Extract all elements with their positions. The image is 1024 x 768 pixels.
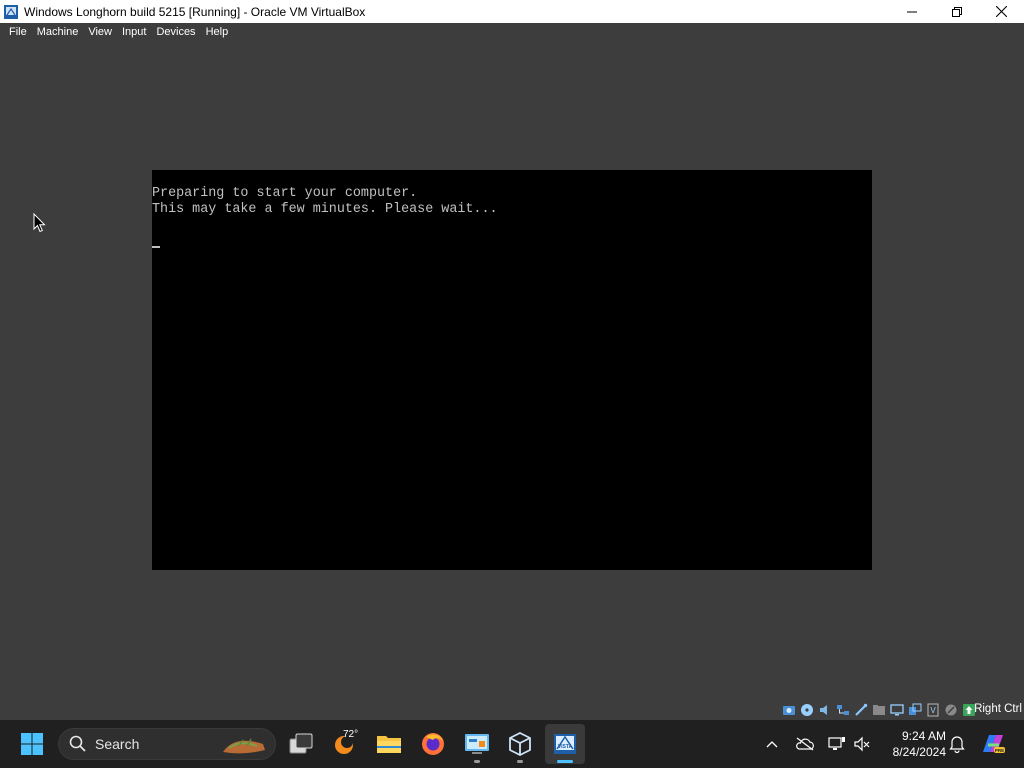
display-icon[interactable]	[889, 702, 904, 717]
hard-disk-icon[interactable]	[781, 702, 796, 717]
optical-drive-icon[interactable]	[799, 702, 814, 717]
network-tray-button[interactable]	[825, 720, 849, 768]
menu-input[interactable]: Input	[117, 23, 151, 42]
file-explorer-button[interactable]	[369, 724, 409, 764]
onedrive-status-button[interactable]	[793, 720, 817, 768]
search-label: Search	[95, 736, 140, 752]
close-icon	[996, 6, 1007, 17]
svg-text:V: V	[930, 706, 936, 715]
vm-screen[interactable]: Preparing to start your computer. This m…	[152, 170, 872, 570]
bell-icon	[949, 736, 965, 753]
firefox-button[interactable]	[413, 724, 453, 764]
search-highlight-image	[223, 738, 265, 754]
menu-file[interactable]: File	[4, 23, 32, 42]
search-icon	[69, 735, 86, 752]
cpu-icon[interactable]: V	[925, 702, 940, 717]
restore-icon	[951, 6, 962, 17]
network-icon[interactable]	[835, 702, 850, 717]
control-panel-icon	[465, 734, 489, 754]
recording-icon[interactable]	[907, 702, 922, 717]
menu-machine[interactable]: Machine	[32, 23, 84, 42]
mouse-integration-icon[interactable]	[943, 702, 958, 717]
minimize-icon	[906, 11, 917, 12]
vista-vm-icon: VISTA	[554, 734, 576, 754]
notifications-button[interactable]	[945, 720, 969, 768]
menu-devices[interactable]: Devices	[151, 23, 200, 42]
running-indicator	[517, 760, 523, 763]
folder-icon	[377, 736, 401, 753]
svg-text:PRE: PRE	[995, 748, 1004, 753]
vm-window-button[interactable]: VISTA	[545, 724, 585, 764]
virtualbox-cube-icon	[509, 731, 531, 757]
virtualbox-app-icon	[4, 4, 18, 19]
audio-icon[interactable]	[817, 702, 832, 717]
close-button[interactable]	[979, 0, 1024, 23]
chevron-up-icon	[766, 741, 778, 748]
copilot-icon: PRE	[983, 735, 1005, 753]
console-line-2: This may take a few minutes. Please wait…	[152, 202, 498, 217]
start-button[interactable]	[12, 724, 52, 764]
minimize-button[interactable]	[889, 0, 934, 23]
control-panel-button[interactable]	[457, 724, 497, 764]
shared-folders-icon[interactable]	[871, 702, 886, 717]
console-line-1: Preparing to start your computer.	[152, 186, 418, 201]
taskbar-search-box[interactable]: Search	[58, 728, 276, 760]
svg-text:VISTA: VISTA	[558, 744, 573, 750]
maximize-button[interactable]	[934, 0, 979, 23]
task-view-button[interactable]	[281, 724, 321, 764]
active-indicator	[557, 760, 573, 763]
weather-temperature: 72°	[343, 729, 359, 740]
volume-tray-button[interactable]	[850, 720, 874, 768]
volume-muted-icon	[854, 736, 870, 752]
text-cursor	[152, 246, 160, 248]
windows-logo-icon	[21, 733, 43, 755]
show-hidden-icons-button[interactable]	[760, 720, 784, 768]
clock-date: 8/24/2024	[892, 745, 946, 759]
mouse-pointer-icon	[33, 213, 46, 233]
menu-view[interactable]: View	[83, 23, 117, 42]
menu-help[interactable]: Help	[201, 23, 234, 42]
network-monitor-icon	[828, 737, 845, 750]
firefox-icon	[422, 733, 444, 755]
copilot-button[interactable]: PRE	[978, 720, 1008, 768]
usb-icon[interactable]	[853, 702, 868, 717]
taskbar: Search 72° VISTA 9:24 AM 8/24/2024 PRE	[0, 720, 1024, 768]
status-indicators: V	[781, 702, 976, 717]
clock-time: 9:24 AM	[901, 729, 946, 743]
virtualbox-manager-button[interactable]	[500, 724, 540, 764]
host-key-label[interactable]: Right Ctrl	[974, 703, 1022, 715]
console-text: Preparing to start your computer. This m…	[152, 186, 498, 218]
window-title: Windows Longhorn build 5215 [Running] - …	[24, 4, 366, 19]
menu-bar: File Machine View Input Devices Help	[0, 23, 1024, 42]
title-bar[interactable]: Windows Longhorn build 5215 [Running] - …	[0, 0, 1024, 23]
task-view-icon	[289, 733, 313, 754]
running-indicator	[474, 760, 480, 763]
cloud-off-icon	[796, 737, 814, 751]
clock[interactable]: 9:24 AM 8/24/2024	[876, 728, 946, 760]
status-bar: V Right Ctrl	[0, 699, 1024, 720]
